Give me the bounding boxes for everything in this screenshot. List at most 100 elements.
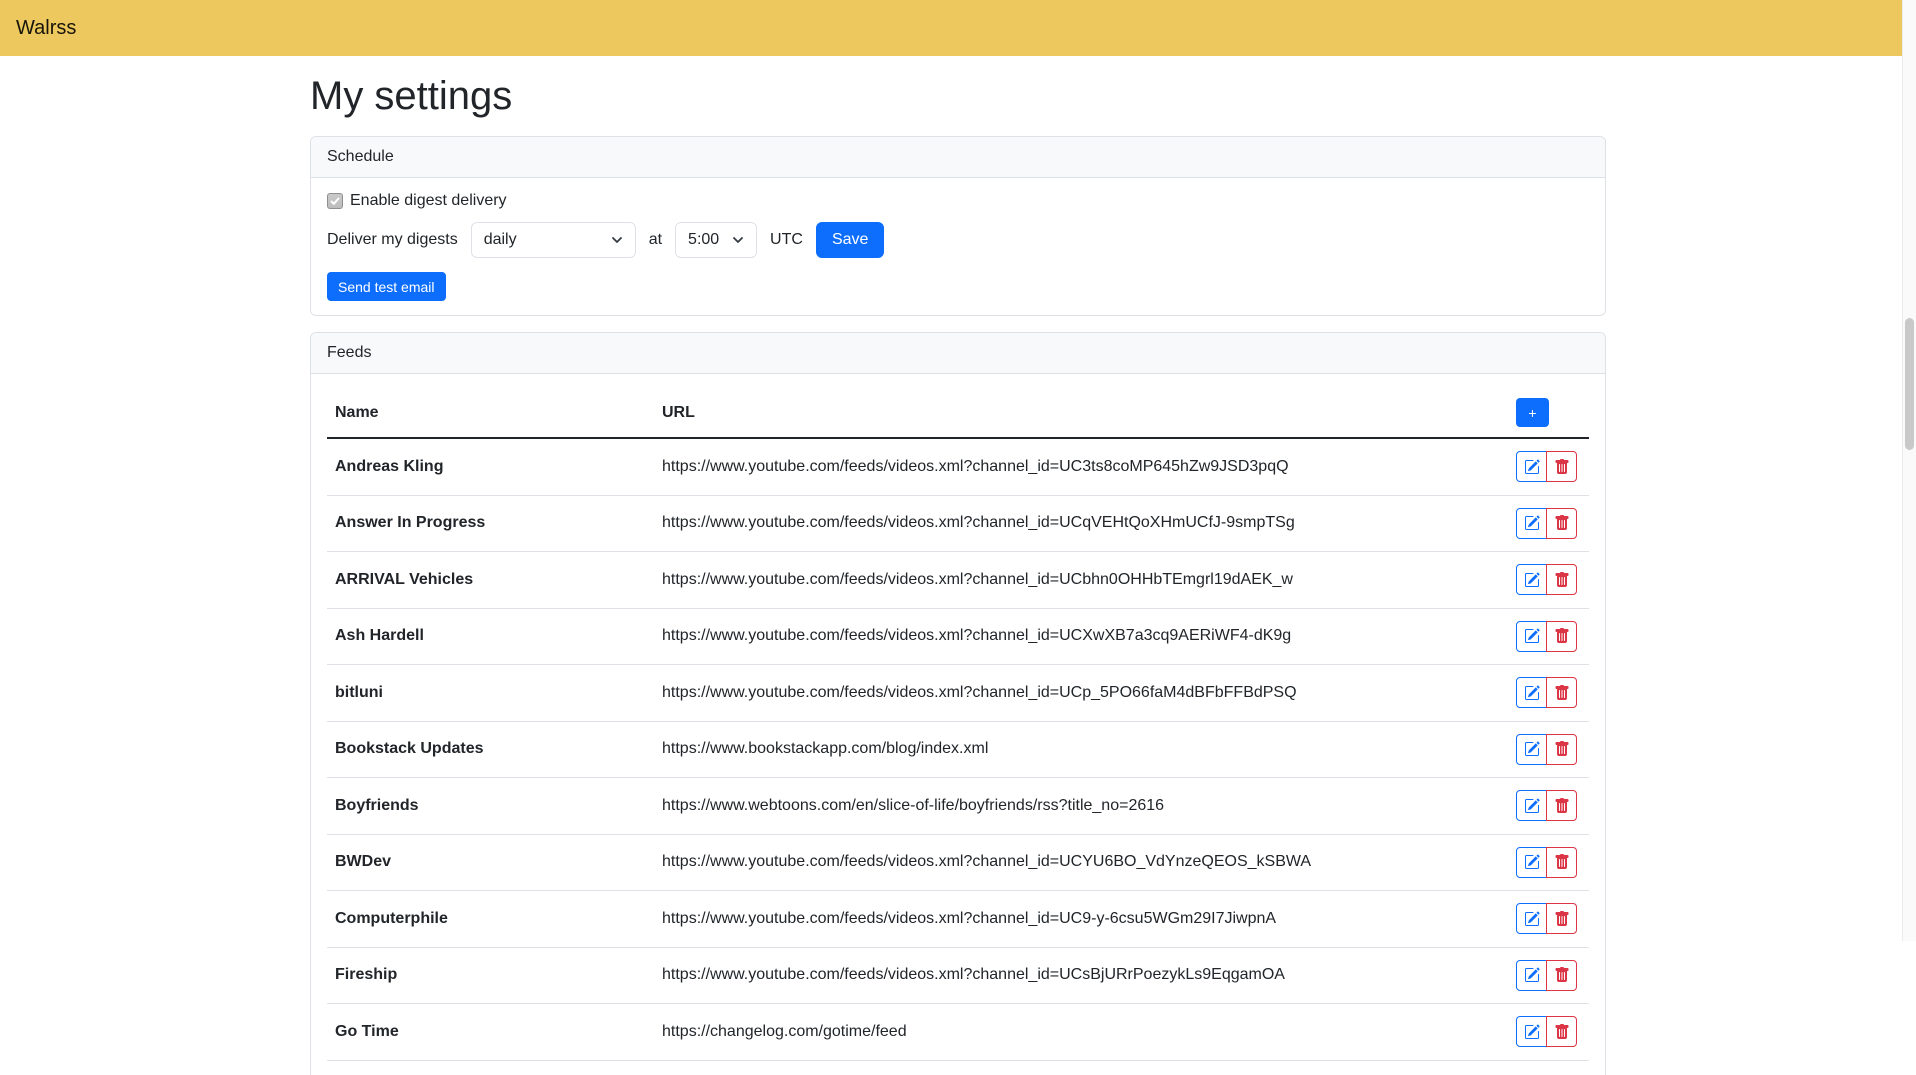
- enable-digest-checkbox[interactable]: [327, 193, 343, 209]
- delete-feed-button[interactable]: [1546, 734, 1577, 765]
- edit-feed-button[interactable]: [1516, 451, 1547, 482]
- edit-feed-button[interactable]: [1516, 903, 1547, 934]
- frequency-select[interactable]: daily: [471, 222, 636, 258]
- feed-actions-group: [1516, 621, 1577, 652]
- feed-actions: [1508, 1004, 1589, 1061]
- edit-feed-button[interactable]: [1516, 621, 1547, 652]
- send-test-email-button[interactable]: Send test email: [327, 272, 446, 301]
- edit-feed-button[interactable]: [1516, 677, 1547, 708]
- schedule-form-row: Deliver my digests daily at 5:00 UTC Sav…: [327, 222, 1589, 258]
- page-title: My settings: [310, 72, 1606, 120]
- trash-icon: [1554, 854, 1570, 870]
- edit-feed-button[interactable]: [1516, 564, 1547, 595]
- frequency-selected-value: daily: [484, 231, 517, 249]
- pencil-square-icon: [1524, 1024, 1540, 1040]
- edit-feed-button[interactable]: [1516, 960, 1547, 991]
- trash-icon: [1554, 685, 1570, 701]
- feed-row: Andreas Kling https://www.youtube.com/fe…: [327, 438, 1589, 495]
- schedule-card-header: Schedule: [311, 137, 1605, 178]
- trash-icon: [1554, 459, 1570, 475]
- trash-icon: [1554, 628, 1570, 644]
- feeds-card-body: Name URL + Andreas Kling https://www.you…: [311, 374, 1605, 1075]
- pencil-square-icon: [1524, 459, 1540, 475]
- trash-icon: [1554, 967, 1570, 983]
- feed-actions-group: [1516, 451, 1577, 482]
- pencil-square-icon: [1524, 911, 1540, 927]
- feed-actions: [1508, 438, 1589, 495]
- feed-actions-group: [1516, 677, 1577, 708]
- feed-name: bitluni: [327, 665, 654, 722]
- feed-url: https://www.bookstackapp.com/blog/index.…: [654, 721, 1508, 778]
- chevron-down-icon: [732, 234, 744, 246]
- feed-actions: [1508, 891, 1589, 948]
- feed-url: https://www.youtube.com/feeds/videos.xml…: [654, 552, 1508, 609]
- feed-url: https://www.youtube.com/feeds/videos.xml…: [654, 438, 1508, 495]
- feed-url: https://www.webtoons.com/en/slice-of-lif…: [654, 778, 1508, 835]
- delete-feed-button[interactable]: [1546, 677, 1577, 708]
- feed-name: Answer In Progress: [327, 495, 654, 552]
- feed-actions: [1508, 608, 1589, 665]
- feed-actions: [1508, 552, 1589, 609]
- feeds-card-header: Feeds: [311, 333, 1605, 374]
- delete-feed-button[interactable]: [1546, 451, 1577, 482]
- delete-feed-button[interactable]: [1546, 960, 1577, 991]
- feed-actions-group: [1516, 960, 1577, 991]
- edit-feed-button[interactable]: [1516, 508, 1547, 539]
- feed-url: https://www.youtube.com/feeds/videos.xml…: [654, 495, 1508, 552]
- feed-actions: [1508, 947, 1589, 1004]
- trash-icon: [1554, 798, 1570, 814]
- feed-actions-group: [1516, 847, 1577, 878]
- feed-name: Ash Hardell: [327, 608, 654, 665]
- feed-row: Boyfriends https://www.webtoons.com/en/s…: [327, 778, 1589, 835]
- feed-actions-group: [1516, 564, 1577, 595]
- schedule-card: Schedule Enable digest delivery Deliver …: [310, 136, 1606, 316]
- feed-row: BWDev https://www.youtube.com/feeds/vide…: [327, 834, 1589, 891]
- save-button[interactable]: Save: [816, 222, 884, 258]
- delete-feed-button[interactable]: [1546, 790, 1577, 821]
- delete-feed-button[interactable]: [1546, 508, 1577, 539]
- time-selected-value: 5:00: [688, 231, 719, 249]
- feed-name: Bookstack Updates: [327, 721, 654, 778]
- delete-feed-button[interactable]: [1546, 564, 1577, 595]
- app-brand-link[interactable]: Walrss: [16, 17, 76, 40]
- column-header-url: URL: [654, 388, 1508, 438]
- feed-actions: [1508, 665, 1589, 722]
- feed-url: https://www.youtube.com/feeds/videos.xml…: [654, 834, 1508, 891]
- edit-feed-button[interactable]: [1516, 1016, 1547, 1047]
- feeds-card: Feeds Name URL + Andreas Kling https://w…: [310, 332, 1606, 1075]
- feed-actions: [1508, 721, 1589, 778]
- feed-actions: [1508, 495, 1589, 552]
- pencil-square-icon: [1524, 628, 1540, 644]
- feed-row: Answer In Progress https://www.youtube.c…: [327, 495, 1589, 552]
- trash-icon: [1554, 572, 1570, 588]
- feed-name: Boyfriends: [327, 778, 654, 835]
- feed-actions: [1508, 834, 1589, 891]
- feed-row: Fireship https://www.youtube.com/feeds/v…: [327, 947, 1589, 1004]
- feed-row: Go Time https://changelog.com/gotime/fee…: [327, 1004, 1589, 1061]
- delete-feed-button[interactable]: [1546, 847, 1577, 878]
- time-select[interactable]: 5:00: [675, 222, 757, 258]
- edit-feed-button[interactable]: [1516, 790, 1547, 821]
- timezone-label: UTC: [770, 231, 803, 249]
- app-navbar: Walrss: [0, 0, 1916, 56]
- pencil-square-icon: [1524, 572, 1540, 588]
- feed-name: BWDev: [327, 834, 654, 891]
- checkmark-icon: [330, 197, 340, 205]
- edit-feed-button[interactable]: [1516, 734, 1547, 765]
- column-header-name: Name: [327, 388, 654, 438]
- page-scrollbar[interactable]: [1902, 0, 1916, 941]
- pencil-square-icon: [1524, 798, 1540, 814]
- delete-feed-button[interactable]: [1546, 621, 1577, 652]
- delete-feed-button[interactable]: [1546, 903, 1577, 934]
- edit-feed-button[interactable]: [1516, 847, 1547, 878]
- feed-row: Ash Hardell https://www.youtube.com/feed…: [327, 608, 1589, 665]
- schedule-card-body: Enable digest delivery Deliver my digest…: [311, 178, 1605, 315]
- delete-feed-button[interactable]: [1546, 1016, 1577, 1047]
- at-label: at: [649, 231, 662, 249]
- scrollbar-thumb[interactable]: [1905, 318, 1914, 450]
- feed-name: Andreas Kling: [327, 438, 654, 495]
- pencil-square-icon: [1524, 967, 1540, 983]
- feed-url: https://www.youtube.com/feeds/videos.xml…: [654, 947, 1508, 1004]
- main-content: My settings Schedule Enable digest deliv…: [310, 72, 1606, 1075]
- add-feed-button[interactable]: +: [1516, 398, 1549, 427]
